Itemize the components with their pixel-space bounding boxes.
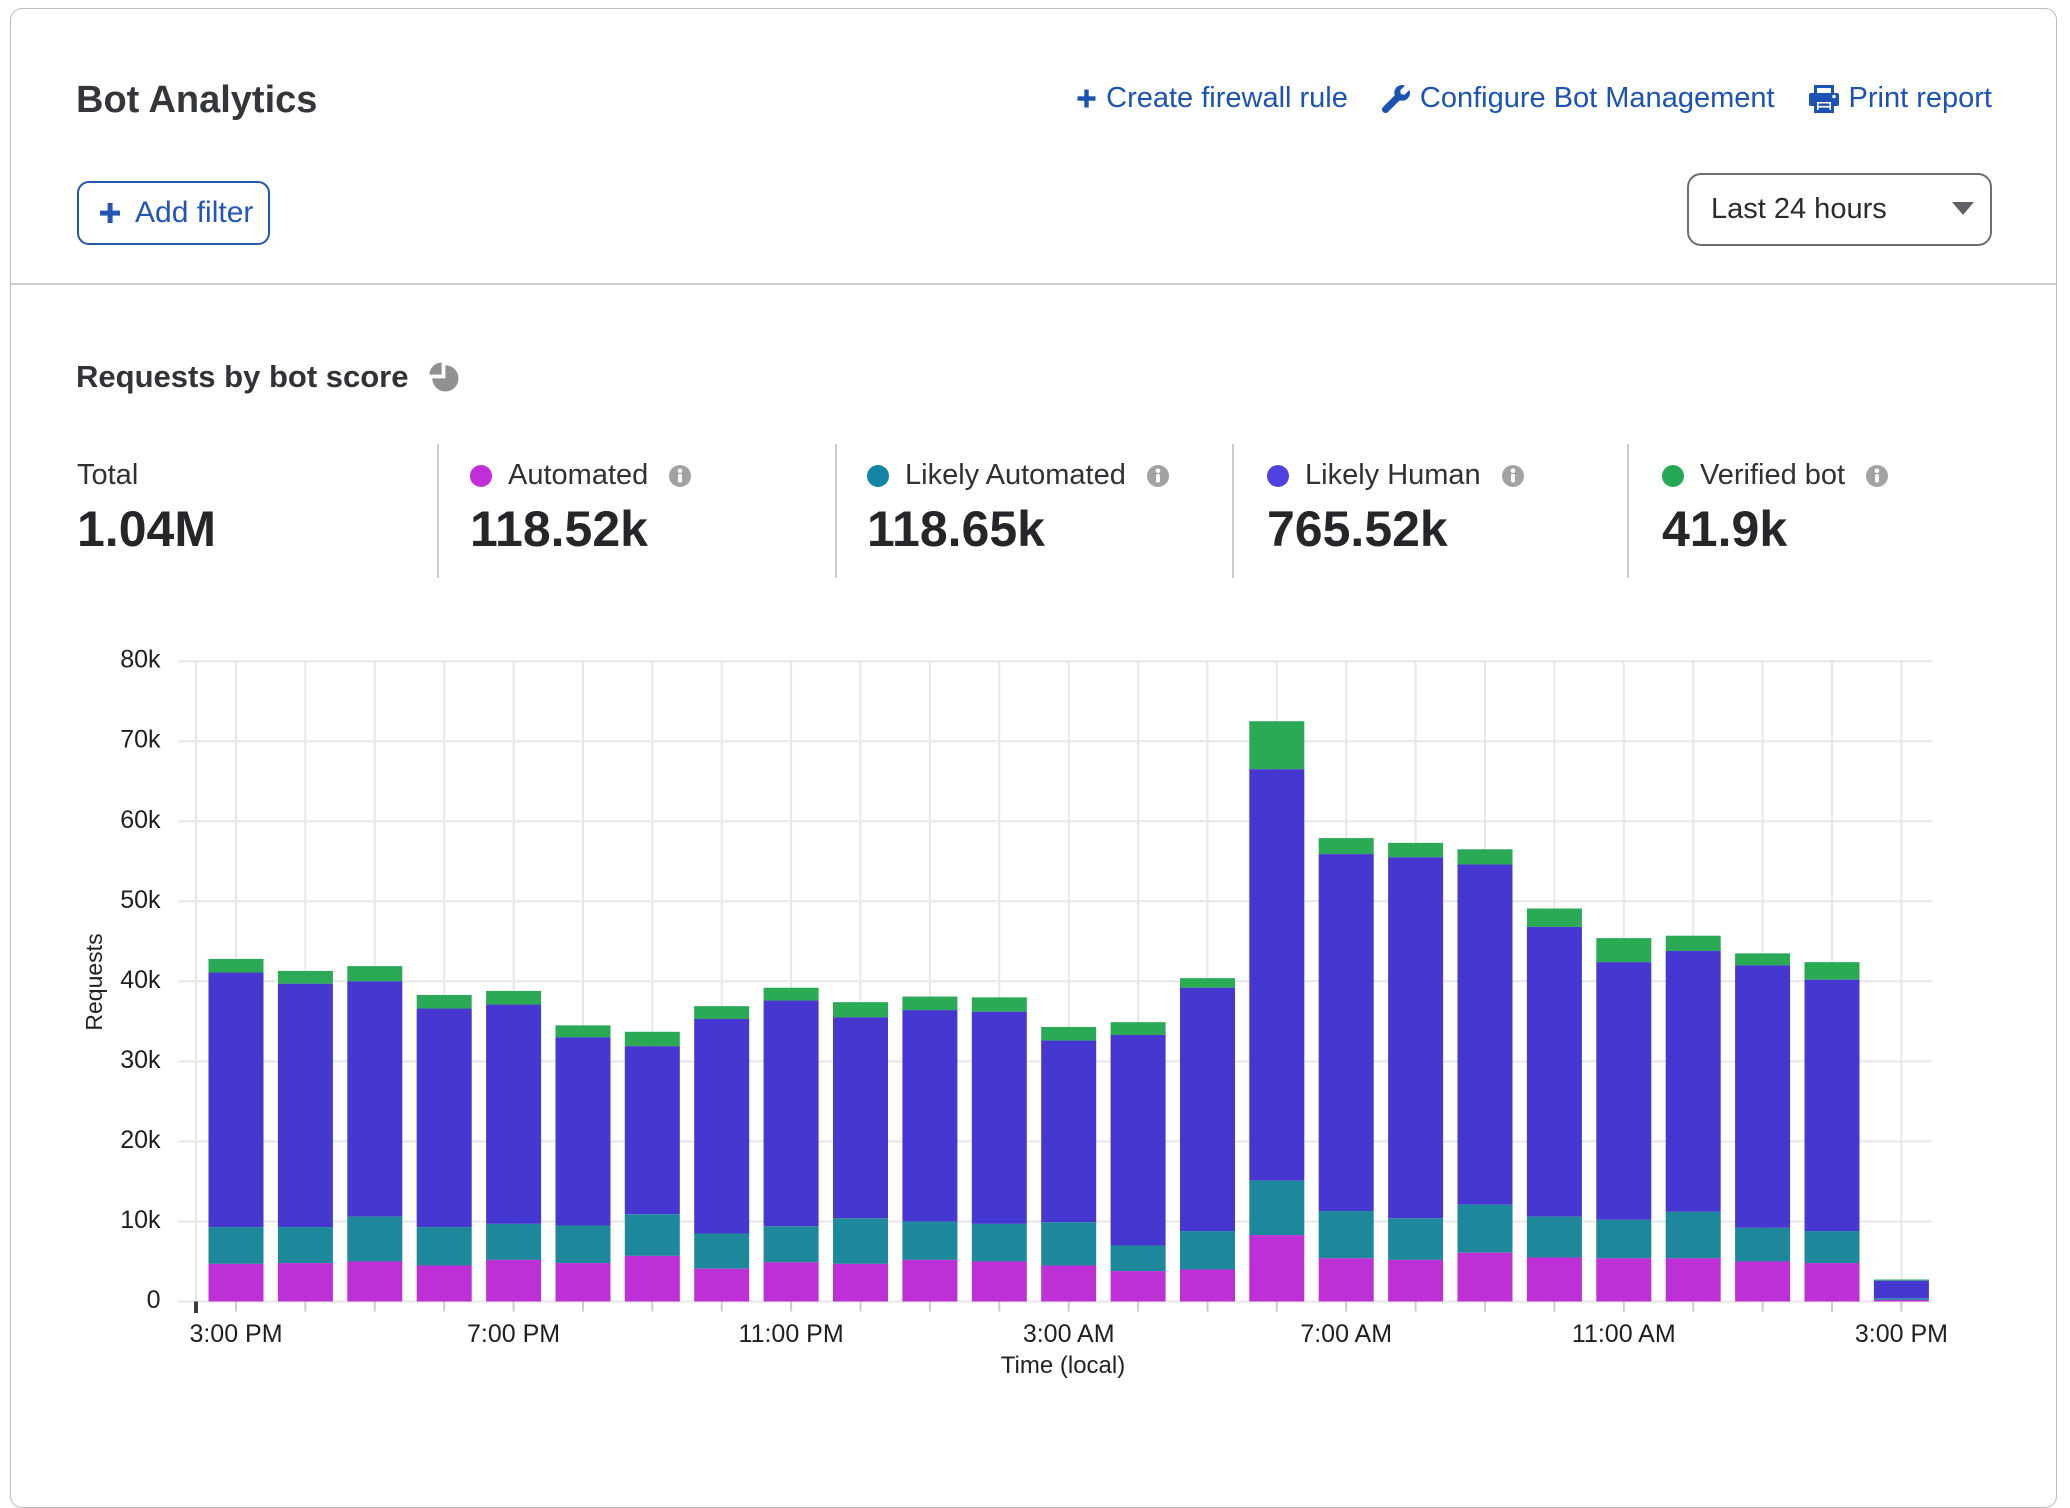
- svg-text:3:00 PM: 3:00 PM: [189, 1320, 282, 1348]
- svg-text:Time (local): Time (local): [1001, 1352, 1125, 1379]
- svg-text:7:00 PM: 7:00 PM: [467, 1320, 560, 1348]
- svg-text:11:00 AM: 11:00 AM: [1572, 1320, 1676, 1348]
- svg-text:11:00 PM: 11:00 PM: [739, 1320, 844, 1348]
- svg-text:3:00 AM: 3:00 AM: [1023, 1320, 1115, 1348]
- svg-text:80k: 80k: [120, 646, 161, 674]
- svg-text:3:00 PM: 3:00 PM: [1855, 1320, 1948, 1348]
- svg-text:20k: 20k: [120, 1126, 161, 1154]
- svg-text:Requests: Requests: [81, 933, 107, 1030]
- svg-text:70k: 70k: [120, 726, 161, 754]
- svg-text:40k: 40k: [120, 966, 161, 994]
- svg-text:50k: 50k: [120, 886, 161, 914]
- svg-text:60k: 60k: [120, 806, 161, 834]
- svg-text:0: 0: [147, 1286, 161, 1314]
- svg-text:10k: 10k: [120, 1206, 161, 1234]
- svg-text:7:00 AM: 7:00 AM: [1300, 1320, 1392, 1348]
- svg-text:30k: 30k: [120, 1046, 161, 1074]
